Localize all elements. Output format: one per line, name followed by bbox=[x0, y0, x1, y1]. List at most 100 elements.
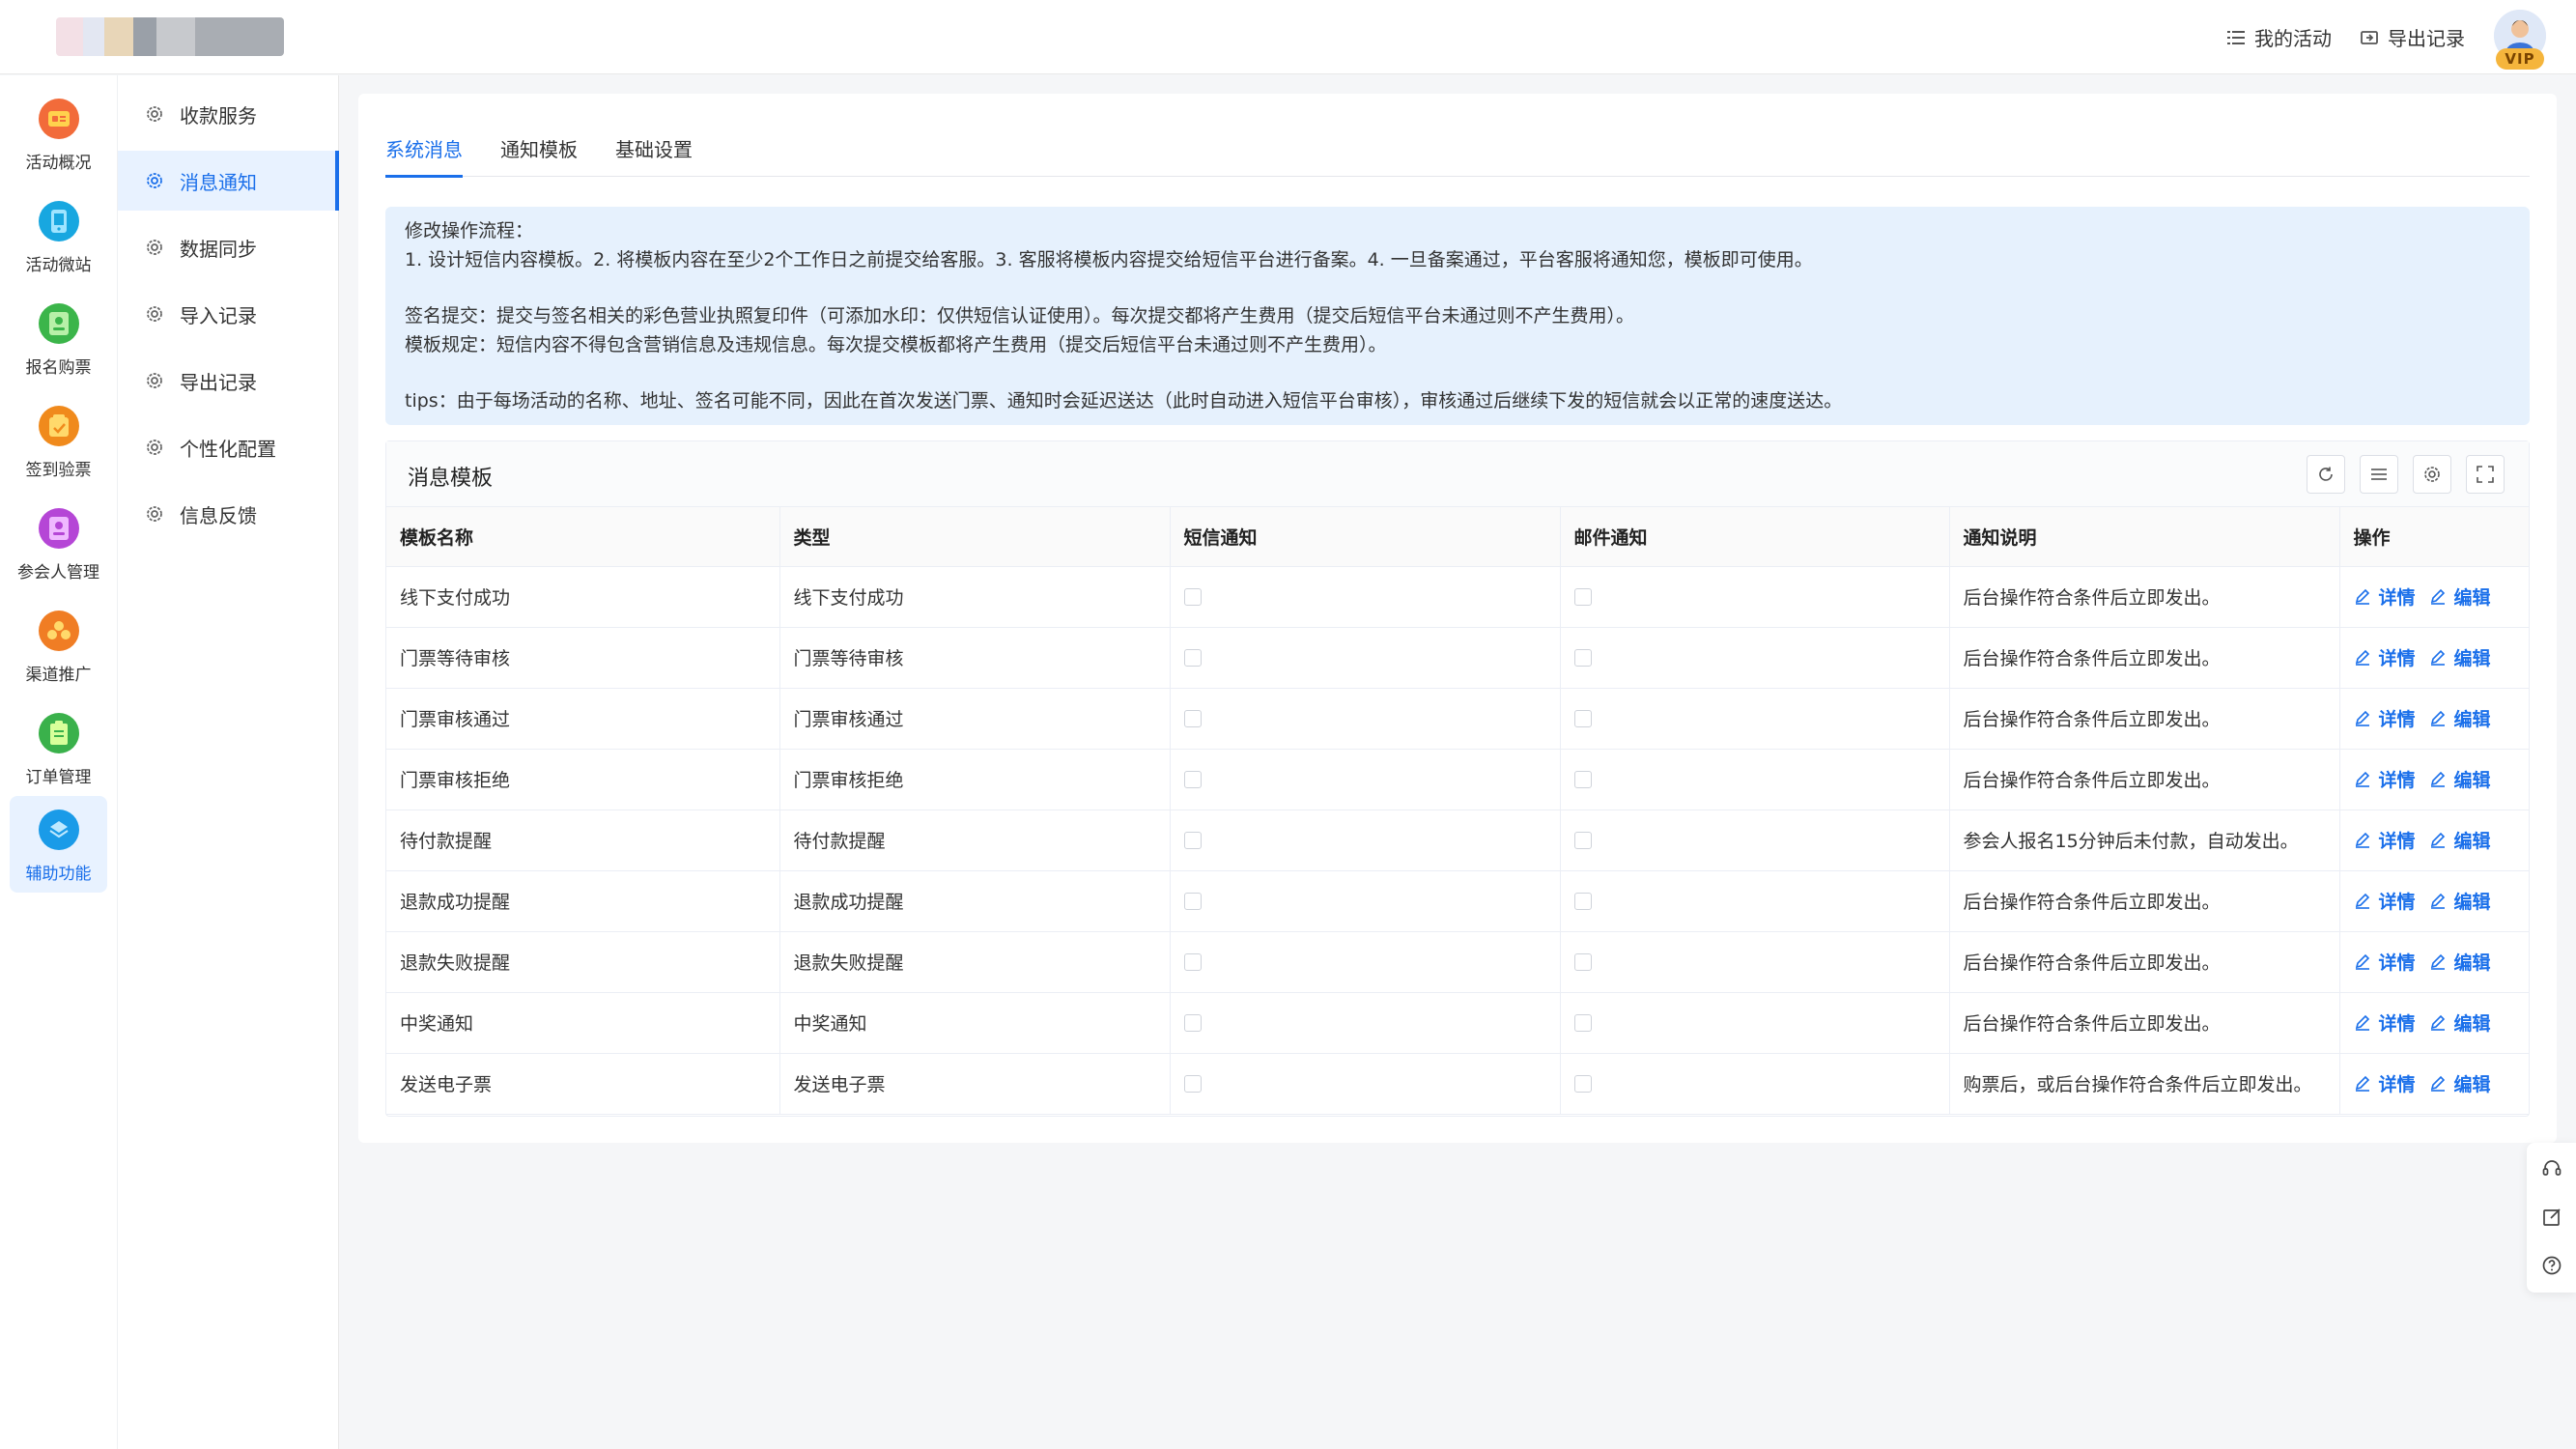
column-settings-button[interactable] bbox=[2413, 455, 2451, 494]
edit-button[interactable]: 编辑 bbox=[2429, 583, 2491, 610]
template-name-cell: 退款失败提醒 bbox=[386, 931, 780, 993]
table-row: 退款失败提醒 退款失败提醒 后台操作符合条件后立即发出。 详情 编辑 bbox=[386, 931, 2529, 993]
template-name-cell: 待付款提醒 bbox=[386, 810, 780, 871]
edit-button[interactable]: 编辑 bbox=[2429, 888, 2491, 914]
email-checkbox[interactable] bbox=[1573, 1014, 1592, 1032]
question-icon bbox=[2542, 1256, 2562, 1275]
column-header[interactable]: 类型 bbox=[779, 507, 1171, 567]
sub-item-export-records[interactable]: 导出记录 bbox=[118, 351, 339, 411]
sms-checkbox[interactable] bbox=[1183, 832, 1202, 849]
email-checkbox[interactable] bbox=[1573, 832, 1592, 849]
sms-checkbox[interactable] bbox=[1183, 1014, 1202, 1032]
edit-button[interactable]: 编辑 bbox=[2429, 949, 2491, 975]
rail-label: 参会人管理 bbox=[17, 563, 99, 582]
sms-checkbox[interactable] bbox=[1183, 649, 1202, 667]
rail-item-attendees[interactable]: 参会人管理 bbox=[10, 495, 107, 591]
rail-item-activity-overview[interactable]: 活动概况 bbox=[10, 85, 107, 182]
export-records-link[interactable]: 导出记录 bbox=[2361, 23, 2465, 51]
template-type-cell: 退款成功提醒 bbox=[779, 870, 1171, 932]
column-header[interactable]: 模板名称 bbox=[386, 507, 780, 567]
detail-button[interactable]: 详情 bbox=[2354, 705, 2416, 731]
sub-item-data-sync[interactable]: 数据同步 bbox=[118, 217, 339, 277]
email-cell bbox=[1560, 627, 1950, 689]
sms-checkbox[interactable] bbox=[1183, 893, 1202, 910]
detail-button[interactable]: 详情 bbox=[2354, 644, 2416, 670]
detail-button[interactable]: 详情 bbox=[2354, 583, 2416, 610]
email-checkbox[interactable] bbox=[1573, 588, 1592, 606]
gear-icon bbox=[145, 371, 164, 390]
email-checkbox[interactable] bbox=[1573, 953, 1592, 971]
notice-line: tips：由于每场活动的名称、地址、签名可能不同，因此在首次发送门票、通知时会延… bbox=[405, 390, 1843, 412]
email-checkbox[interactable] bbox=[1573, 1075, 1592, 1093]
actions-cell: 详情 编辑 bbox=[2339, 870, 2529, 932]
detail-label: 详情 bbox=[2378, 586, 2416, 609]
fullscreen-button[interactable] bbox=[2466, 455, 2505, 494]
rail-item-channel[interactable]: 渠道推广 bbox=[10, 597, 107, 694]
sms-cell bbox=[1170, 992, 1561, 1054]
rail-item-registration[interactable]: 报名购票 bbox=[10, 290, 107, 386]
sms-checkbox[interactable] bbox=[1183, 1075, 1202, 1093]
tab-basic-settings[interactable]: 基础设置 bbox=[615, 134, 693, 177]
template-name-cell: 门票等待审核 bbox=[386, 627, 780, 689]
email-checkbox[interactable] bbox=[1573, 710, 1592, 727]
description-cell: 后台操作符合条件后立即发出。 bbox=[1949, 566, 2340, 628]
top-header: 我的活动 导出记录 VIP bbox=[0, 0, 2576, 74]
table-title: 消息模板 bbox=[408, 467, 494, 491]
email-checkbox[interactable] bbox=[1573, 649, 1592, 667]
refresh-button[interactable] bbox=[2307, 455, 2345, 494]
rail-item-mini-site[interactable]: 活动微站 bbox=[10, 187, 107, 284]
edit-label: 编辑 bbox=[2453, 708, 2491, 730]
sub-item-message-notification[interactable]: 消息通知 bbox=[118, 151, 339, 211]
edit-button[interactable]: 编辑 bbox=[2429, 1070, 2491, 1096]
tab-notification-templates[interactable]: 通知模板 bbox=[500, 134, 578, 177]
template-type-cell: 线下支付成功 bbox=[779, 566, 1171, 628]
table-row: 发送电子票 发送电子票 购票后，或后台操作符合条件后立即发出。 详情 编辑 bbox=[386, 1053, 2529, 1115]
help-button[interactable] bbox=[2539, 1253, 2564, 1278]
column-header[interactable]: 通知说明 bbox=[1949, 507, 2340, 567]
table-row: 退款成功提醒 退款成功提醒 后台操作符合条件后立即发出。 详情 编辑 bbox=[386, 870, 2529, 932]
edit-button[interactable]: 编辑 bbox=[2429, 766, 2491, 792]
email-cell bbox=[1560, 566, 1950, 628]
my-activities-link[interactable]: 我的活动 bbox=[2227, 23, 2332, 51]
sub-item-import-records[interactable]: 导入记录 bbox=[118, 284, 339, 344]
column-header[interactable]: 邮件通知 bbox=[1560, 507, 1950, 567]
brand-logo[interactable] bbox=[56, 17, 284, 56]
detail-button[interactable]: 详情 bbox=[2354, 827, 2416, 853]
rail-item-orders[interactable]: 订单管理 bbox=[10, 699, 107, 796]
edit-button[interactable]: 编辑 bbox=[2429, 705, 2491, 731]
headset-icon bbox=[2542, 1160, 2562, 1176]
rail-item-checkin[interactable]: 签到验票 bbox=[10, 392, 107, 489]
edit-button[interactable]: 编辑 bbox=[2429, 1009, 2491, 1036]
email-checkbox[interactable] bbox=[1573, 771, 1592, 788]
tab-bar: 系统消息 通知模板 基础设置 bbox=[385, 134, 2530, 178]
main-content: 系统消息 通知模板 基础设置 修改操作流程： 1. 设计短信内容模板。2. 将模… bbox=[358, 94, 2557, 1143]
edit-button[interactable]: 编辑 bbox=[2429, 644, 2491, 670]
sub-item-personalization[interactable]: 个性化配置 bbox=[118, 417, 339, 477]
tab-system-messages[interactable]: 系统消息 bbox=[385, 134, 463, 178]
template-table: 模板名称 类型 短信通知 邮件通知 通知说明 操作 线下支付成功 线下支付成功 后台… bbox=[386, 507, 2529, 1115]
sub-item-feedback[interactable]: 信息反馈 bbox=[118, 484, 339, 544]
edit-button[interactable]: 编辑 bbox=[2429, 827, 2491, 853]
sms-cell bbox=[1170, 627, 1561, 689]
sms-checkbox[interactable] bbox=[1183, 771, 1202, 788]
customer-service-button[interactable] bbox=[2539, 1156, 2564, 1181]
sub-item-payment-service[interactable]: 收款服务 bbox=[118, 84, 339, 144]
email-checkbox[interactable] bbox=[1573, 893, 1592, 910]
edit-label: 编辑 bbox=[2453, 891, 2491, 913]
edit-icon bbox=[2430, 650, 2445, 667]
detail-button[interactable]: 详情 bbox=[2354, 888, 2416, 914]
column-header[interactable]: 短信通知 bbox=[1170, 507, 1561, 567]
detail-button[interactable]: 详情 bbox=[2354, 1009, 2416, 1036]
detail-button[interactable]: 详情 bbox=[2354, 1070, 2416, 1096]
sms-cell bbox=[1170, 870, 1561, 932]
sms-checkbox[interactable] bbox=[1183, 710, 1202, 727]
density-button[interactable] bbox=[2360, 455, 2398, 494]
sms-checkbox[interactable] bbox=[1183, 588, 1202, 606]
sms-checkbox[interactable] bbox=[1183, 953, 1202, 971]
template-name-cell: 退款成功提醒 bbox=[386, 870, 780, 932]
rail-item-auxiliary[interactable]: 辅助功能 bbox=[10, 796, 107, 893]
feedback-button[interactable] bbox=[2539, 1205, 2564, 1230]
detail-button[interactable]: 详情 bbox=[2354, 766, 2416, 792]
detail-button[interactable]: 详情 bbox=[2354, 949, 2416, 975]
detail-label: 详情 bbox=[2378, 1012, 2416, 1035]
